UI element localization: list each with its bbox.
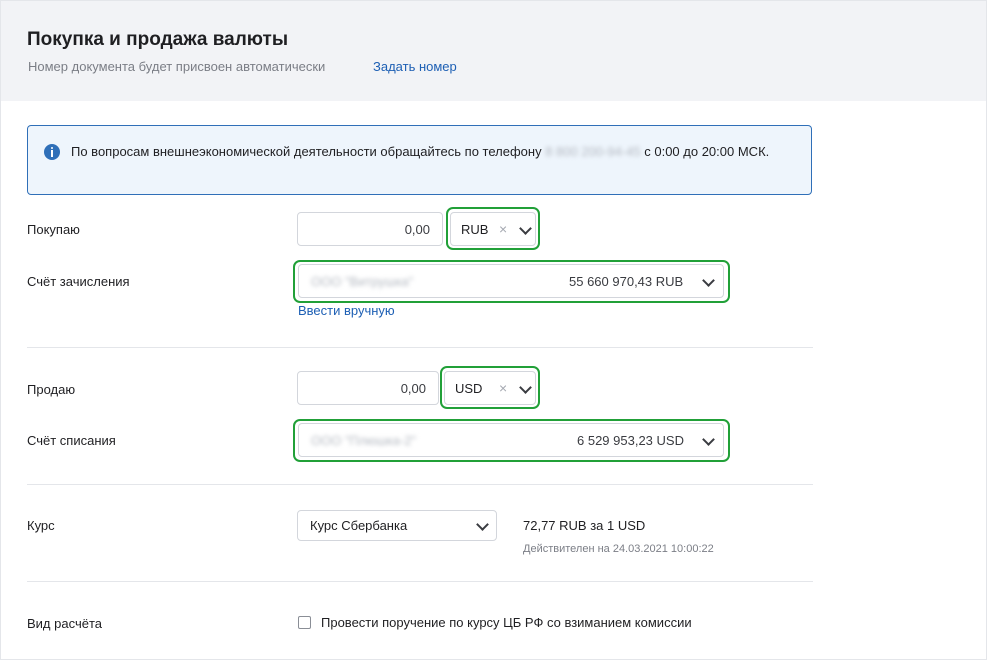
debit-account-label: Счёт списания	[27, 433, 116, 448]
credit-account-name: ООО "Витрушка"	[311, 274, 414, 289]
rate-type-value: Курс Сбербанка	[310, 518, 408, 533]
chevron-down-icon	[476, 518, 489, 531]
credit-account-balance: 55 660 970,43 RUB	[569, 274, 684, 289]
rate-type-select[interactable]: Курс Сбербанка	[297, 510, 497, 541]
page-title: Покупка и продажа валюты	[27, 29, 289, 50]
info-text-after: с 0:00 до 20:00 МСК.	[644, 144, 770, 159]
section-divider	[27, 347, 813, 348]
info-text-before: По вопросам внешнеэкономической деятельн…	[71, 144, 542, 159]
debit-account-name: ООО "Плюшка-2"	[311, 433, 417, 448]
sell-currency-code: USD	[455, 381, 483, 396]
exchange-rate-value: 72,77 RUB за 1 USD	[523, 518, 646, 533]
credit-account-select[interactable]: ООО "Витрушка" 55 660 970,43 RUB	[298, 264, 724, 298]
buy-label: Покупаю	[27, 222, 80, 237]
page-header: Покупка и продажа валюты Номер документа…	[1, 1, 986, 101]
support-phone: 8 800 200-94-45	[545, 144, 641, 159]
cbr-rate-checkbox-label[interactable]: Провести поручение по курсу ЦБ РФ со взи…	[321, 615, 692, 630]
settlement-label: Вид расчёта	[27, 616, 102, 631]
rate-validity-timestamp: Действителен на 24.03.2021 10:00:22	[523, 543, 714, 555]
chevron-down-icon	[702, 274, 715, 287]
buy-currency-code: RUB	[461, 222, 489, 237]
sell-amount-input[interactable]: 0,00	[297, 371, 439, 405]
set-number-link[interactable]: Задать номер	[373, 59, 457, 74]
info-icon	[44, 144, 60, 160]
sell-currency-clear-icon[interactable]: ×	[499, 380, 507, 396]
chevron-down-icon	[519, 381, 532, 394]
section-divider	[27, 581, 813, 582]
info-text: По вопросам внешнеэкономической деятельн…	[71, 142, 771, 162]
section-divider	[27, 484, 813, 485]
document-number-note: Номер документа будет присвоен автоматич…	[28, 59, 326, 74]
debit-account-balance: 6 529 953,23 USD	[577, 433, 684, 448]
debit-account-select[interactable]: ООО "Плюшка-2" 6 529 953,23 USD	[298, 423, 724, 457]
sell-currency-select[interactable]: USD ×	[444, 371, 536, 405]
buy-amount-input[interactable]: 0,00	[297, 212, 443, 246]
chevron-down-icon	[702, 433, 715, 446]
chevron-down-icon	[519, 222, 532, 235]
buy-currency-select[interactable]: RUB ×	[450, 212, 536, 246]
cbr-rate-checkbox[interactable]	[298, 616, 311, 629]
credit-account-label: Счёт зачисления	[27, 274, 130, 289]
sell-label: Продаю	[27, 382, 76, 397]
info-banner: По вопросам внешнеэкономической деятельн…	[27, 125, 812, 195]
rate-label: Курс	[27, 518, 55, 533]
buy-currency-clear-icon[interactable]: ×	[499, 221, 507, 237]
enter-manually-link[interactable]: Ввести вручную	[298, 303, 395, 318]
